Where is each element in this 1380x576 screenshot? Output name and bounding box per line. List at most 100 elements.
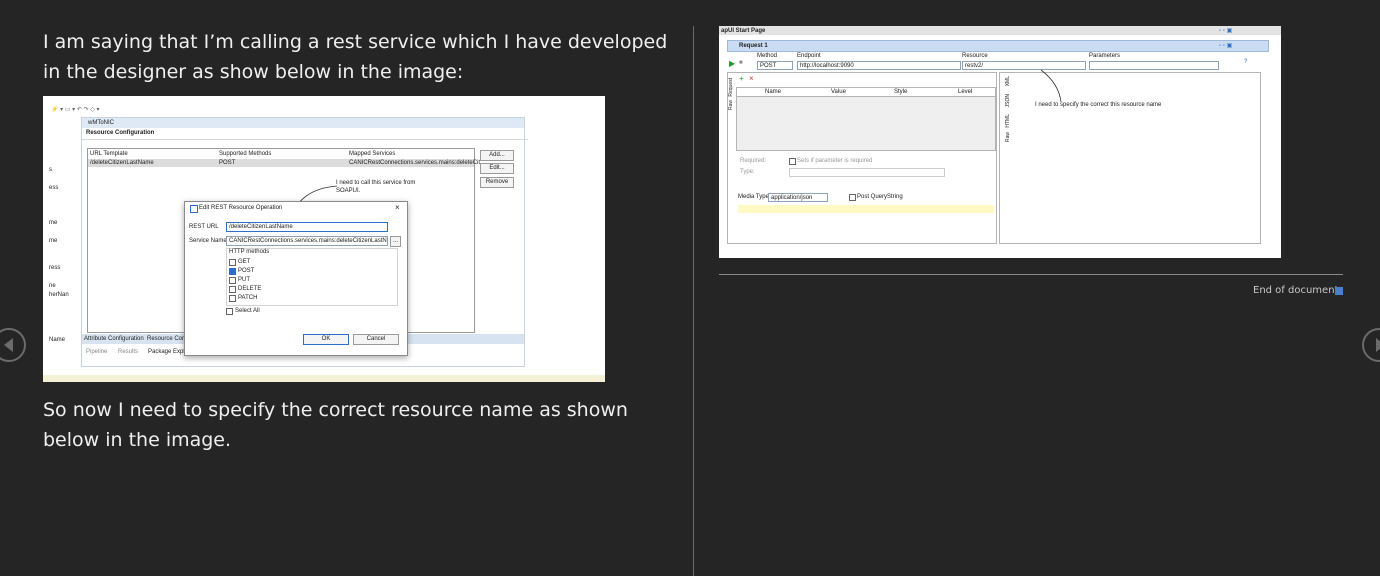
cell-methods: POST: [219, 160, 236, 166]
params-table: Name Value Style Level: [736, 87, 996, 151]
put-checkbox[interactable]: [229, 277, 236, 284]
parameters-label: Parameters: [1089, 53, 1121, 59]
media-type-label: Media Type: [738, 194, 769, 200]
paragraph-intro: I am saying that I’m calling a rest serv…: [43, 31, 668, 83]
table-row[interactable]: /deleteCitizenLastName POST CANICRestCon…: [88, 159, 485, 167]
left-label: ess: [49, 185, 59, 191]
required-text: Sets if parameter is required: [797, 158, 873, 164]
cell-url: /deleteCitizenLastName: [90, 160, 154, 166]
view-pipeline[interactable]: Pipeline: [86, 349, 107, 355]
left-label: ress: [49, 265, 61, 271]
left-label: herNan: [49, 292, 69, 298]
col-header-services: Mapped Services: [349, 151, 396, 157]
raw-tab[interactable]: Raw: [1005, 132, 1011, 142]
method-label: Method: [757, 53, 778, 59]
dialog-title: Edit REST Resource Operation: [199, 205, 283, 211]
post-checkbox[interactable]: [229, 268, 236, 275]
tab-attribute-configuration[interactable]: Attribute Configuration: [84, 336, 144, 342]
params-header-name: Name: [765, 89, 782, 95]
post-querystring-label: Post QueryString: [857, 194, 903, 200]
select-all-label: Select All: [235, 308, 260, 314]
edit-operation-dialog: Edit REST Resource Operation × REST URL …: [184, 201, 408, 356]
left-label: Name: [49, 337, 66, 343]
toolbar-icons: ⚡ ▾ ▭ ▾ ↶ ↷ ◇ ▾: [51, 107, 100, 113]
post-label: POST: [238, 268, 255, 274]
editor-tab-title[interactable]: wMToNIC: [88, 120, 114, 126]
json-tab[interactable]: JSON: [1005, 94, 1011, 107]
designer-annotation: I need to call this service from SOAPUI.: [336, 180, 416, 194]
params-header-level: Level: [958, 89, 973, 95]
view-package-explorer[interactable]: Package Explo: [148, 349, 188, 355]
section-title: Resource Configuration: [82, 130, 528, 140]
add-param-icon[interactable]: +: [739, 74, 744, 83]
chevron-right-icon: [1376, 338, 1380, 352]
paragraph-resource: So now I need to specify the correct res…: [43, 399, 628, 451]
end-rule: [719, 274, 1343, 275]
type-select[interactable]: [789, 168, 945, 177]
service-name-label: Service Name: [189, 238, 227, 244]
post-querystring-checkbox[interactable]: [849, 194, 856, 201]
required-label: Required:: [740, 158, 767, 164]
ok-button[interactable]: OK: [303, 334, 349, 345]
patch-label: PATCH: [238, 295, 258, 301]
help-icon[interactable]: ?: [1244, 59, 1247, 65]
raw-side-tab[interactable]: Raw: [728, 100, 734, 110]
request-body-editor[interactable]: [738, 205, 994, 213]
add-button[interactable]: Add...: [480, 150, 514, 161]
next-page-button[interactable]: [1362, 328, 1380, 362]
cell-services: CANICRestConnections.services.mains:dele…: [349, 160, 486, 166]
get-label: GET: [238, 259, 251, 265]
window-controls-icon[interactable]: ▫ ▫ ▣: [1219, 27, 1232, 34]
get-checkbox[interactable]: [229, 259, 236, 266]
col-header-methods: Supported Methods: [219, 151, 272, 157]
rest-url-input[interactable]: /deleteCitizenLastName: [226, 222, 388, 232]
request-title: Request 1: [739, 43, 768, 49]
resource-label: Resource: [962, 53, 988, 59]
method-select[interactable]: POST: [757, 61, 793, 70]
type-label: Type:: [740, 169, 755, 175]
xml-tab[interactable]: XML: [1005, 76, 1011, 86]
html-tab[interactable]: HTML: [1005, 114, 1011, 128]
left-label: ne: [49, 283, 56, 289]
endpoint-input[interactable]: http://localhost:9090: [797, 61, 961, 70]
delete-label: DELETE: [238, 286, 262, 292]
stop-icon[interactable]: ■: [739, 60, 743, 66]
request-window-controls-icon[interactable]: ▫ ▫ ▣: [1219, 42, 1232, 49]
close-icon[interactable]: ×: [395, 203, 400, 212]
select-all-checkbox[interactable]: [226, 308, 233, 315]
request-side-tab[interactable]: Request: [728, 78, 734, 97]
rest-url-label: REST URL: [189, 224, 219, 230]
browse-button[interactable]: ...: [390, 236, 401, 247]
params-header-style: Style: [894, 89, 908, 95]
chevron-left-icon: [4, 338, 13, 352]
left-label: s: [49, 167, 52, 173]
put-label: PUT: [238, 277, 250, 283]
endpoint-label: Endpoint: [797, 53, 821, 59]
left-label: me: [49, 238, 58, 244]
remove-param-icon[interactable]: ×: [749, 74, 754, 83]
params-header-value: Value: [831, 89, 846, 95]
http-methods-label: HTTP methods: [229, 249, 270, 255]
patch-checkbox[interactable]: [229, 295, 236, 302]
start-page-title: apUI Start Page: [721, 28, 766, 34]
delete-checkbox[interactable]: [229, 286, 236, 293]
end-of-document-marker: [1335, 287, 1343, 295]
end-of-document-text: End of document: [1253, 285, 1339, 296]
view-results[interactable]: Results: [118, 349, 138, 355]
run-icon[interactable]: ▶: [729, 59, 735, 68]
dialog-icon: [190, 205, 198, 213]
designer-screenshot: ⚡ ▾ ▭ ▾ ↶ ↷ ◇ ▾ wMToNIC Resource Configu…: [43, 96, 605, 382]
required-checkbox[interactable]: [789, 158, 796, 165]
page-divider: [693, 26, 694, 576]
edit-button[interactable]: Edit...: [480, 163, 514, 174]
left-label: me: [49, 220, 58, 226]
media-type-select[interactable]: application/json: [768, 193, 828, 202]
remove-button[interactable]: Remove: [480, 177, 514, 188]
col-header-url: URL Template: [90, 151, 128, 157]
cancel-button[interactable]: Cancel: [353, 334, 399, 345]
service-name-input[interactable]: CANICRestConnections.services.mains:dele…: [226, 236, 388, 246]
annotation-arrow: [1040, 69, 1062, 103]
previous-page-button[interactable]: [0, 328, 26, 362]
soapui-screenshot: apUI Start Page ▫ ▫ ▣ Request 1 ▫ ▫ ▣ ▶ …: [719, 26, 1281, 258]
parameters-input[interactable]: [1089, 61, 1219, 70]
